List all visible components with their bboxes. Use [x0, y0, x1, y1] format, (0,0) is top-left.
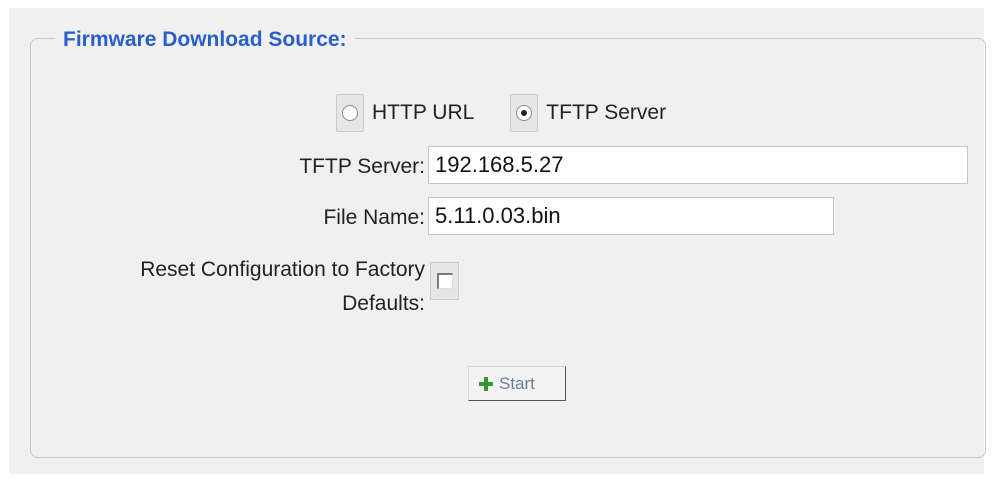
radio-tftp-server[interactable]: TFTP Server: [510, 93, 666, 133]
section-title: Firmware Download Source:: [55, 28, 355, 52]
start-button[interactable]: Start: [468, 366, 566, 401]
reset-config-checkbox[interactable]: [436, 273, 453, 289]
source-radio-row: HTTP URL TFTP Server: [336, 93, 666, 133]
radio-label-http[interactable]: HTTP URL: [372, 101, 474, 125]
tftp-server-input[interactable]: [428, 146, 968, 184]
radio-button-http[interactable]: [342, 105, 358, 121]
file-name-input[interactable]: [428, 197, 834, 235]
reset-config-label-line1: Reset Configuration to Factory: [140, 258, 425, 281]
reset-config-label-line2: Defaults:: [342, 292, 425, 315]
radio-button-tftp[interactable]: [516, 105, 533, 121]
radio-frame: [510, 94, 539, 132]
radio-http-url[interactable]: HTTP URL: [336, 93, 474, 133]
reset-config-checkbox-frame: [430, 262, 459, 300]
radio-label-tftp[interactable]: TFTP Server: [546, 101, 666, 125]
radio-frame: [336, 94, 364, 132]
start-button-label: Start: [499, 373, 535, 393]
radio-selected-dot: [521, 110, 528, 116]
file-name-label: File Name:: [323, 206, 425, 229]
plus-icon: [479, 376, 493, 391]
tftp-server-label: TFTP Server:: [299, 155, 425, 178]
